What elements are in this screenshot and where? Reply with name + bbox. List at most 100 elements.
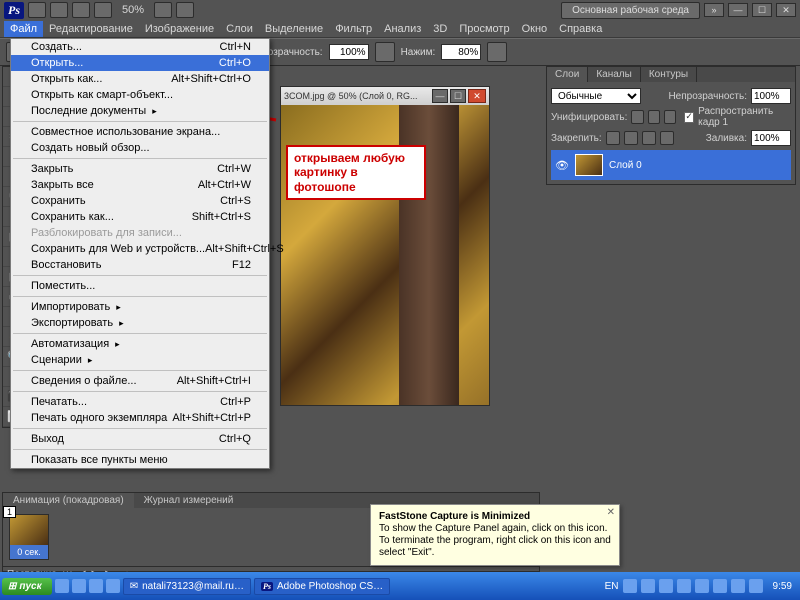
ql-icon[interactable] [89, 579, 103, 593]
menu-item[interactable]: Сведения о файле...Alt+Shift+Ctrl+I [11, 373, 269, 389]
ql-icon[interactable] [72, 579, 86, 593]
ql-icon[interactable] [106, 579, 120, 593]
lock-trans-icon[interactable] [606, 131, 620, 145]
propagate-checkbox[interactable] [684, 112, 694, 123]
frame-number: 1 [3, 506, 16, 518]
layer-thumbnail[interactable] [575, 154, 603, 176]
tray-icon[interactable] [641, 579, 655, 593]
lock-all-icon[interactable] [660, 131, 674, 145]
doc-close-button[interactable]: ✕ [468, 89, 486, 103]
menu-item[interactable]: Импортировать [11, 299, 269, 315]
airbrush-icon[interactable] [375, 42, 395, 62]
tray-icon[interactable] [659, 579, 673, 593]
menu-справка[interactable]: Справка [553, 21, 608, 37]
tablet-icon[interactable] [487, 42, 507, 62]
layer-name[interactable]: Слой 0 [609, 160, 642, 171]
tray-icon[interactable] [713, 579, 727, 593]
zoom-readout[interactable]: 50% [116, 4, 150, 16]
menu-слои[interactable]: Слои [220, 21, 259, 37]
panel-tab[interactable]: Анимация (покадровая) [3, 493, 134, 508]
maximize-button[interactable]: ☐ [752, 3, 772, 17]
menu-просмотр[interactable]: Просмотр [453, 21, 515, 37]
workspace-picker[interactable]: Основная рабочая среда [561, 2, 700, 19]
document-titlebar[interactable]: 3COM.jpg @ 50% (Слой 0, RG... — ☐ ✕ [281, 87, 489, 105]
menu-item[interactable]: ВыходCtrl+Q [11, 431, 269, 447]
layer-opacity-input[interactable] [751, 88, 791, 104]
panel-tab[interactable]: Каналы [588, 67, 641, 82]
workspace-chevron-icon[interactable]: » [704, 3, 724, 17]
menu-item[interactable]: Сохранить для Web и устройств...Alt+Shif… [11, 241, 269, 257]
taskbar-app[interactable]: ✉natali73123@mail.ru… [123, 578, 251, 595]
mb-icon[interactable] [50, 2, 68, 18]
menu-редактирование[interactable]: Редактирование [43, 21, 139, 37]
menu-item[interactable]: Открыть...Ctrl+O [11, 55, 269, 71]
menu-item[interactable]: Создать новый обзор... [11, 140, 269, 156]
menu-item[interactable]: Последние документы [11, 103, 269, 119]
menu-item[interactable]: Сохранить как...Shift+Ctrl+S [11, 209, 269, 225]
menu-item[interactable]: Открыть как смарт-объект... [11, 87, 269, 103]
taskbar-app[interactable]: PsAdobe Photoshop CS… [254, 578, 390, 595]
document-window[interactable]: 3COM.jpg @ 50% (Слой 0, RG... — ☐ ✕ откр… [280, 86, 490, 406]
menu-3d[interactable]: 3D [427, 21, 453, 37]
menu-изображение[interactable]: Изображение [139, 21, 220, 37]
panel-tab[interactable]: Журнал измерений [134, 493, 244, 508]
ql-icon[interactable] [55, 579, 69, 593]
unify-pos-icon[interactable] [631, 110, 643, 124]
arrange-icon[interactable] [94, 2, 112, 18]
tray-icon[interactable] [695, 579, 709, 593]
menu-item[interactable]: Автоматизация [11, 336, 269, 352]
layer-row[interactable]: 👁 Слой 0 [551, 150, 791, 180]
doc-max-button[interactable]: ☐ [450, 89, 466, 103]
layers-tabs: СлоиКаналыКонтуры [547, 67, 795, 82]
menu-выделение[interactable]: Выделение [259, 21, 329, 37]
opacity-input[interactable] [329, 44, 369, 60]
blend-mode-select[interactable]: Обычные [551, 88, 641, 104]
fill-input[interactable] [751, 130, 791, 146]
lang-indicator[interactable]: EN [605, 581, 619, 592]
title-bar: Ps 50% Основная рабочая среда » — ☐ ✕ [0, 0, 800, 20]
visibility-icon[interactable]: 👁 [555, 158, 569, 172]
menu-item[interactable]: СохранитьCtrl+S [11, 193, 269, 209]
fill-label: Заливка: [706, 133, 747, 144]
tray-icon[interactable] [731, 579, 745, 593]
bridge-icon[interactable] [28, 2, 46, 18]
menu-item[interactable]: Создать...Ctrl+N [11, 39, 269, 55]
menu-файл[interactable]: Файл [4, 21, 43, 37]
menu-анализ[interactable]: Анализ [378, 21, 427, 37]
document-canvas[interactable]: открываем любую картинку в фотошопе [281, 105, 489, 405]
menu-item[interactable]: Открыть как...Alt+Shift+Ctrl+O [11, 71, 269, 87]
close-button[interactable]: ✕ [776, 3, 796, 17]
tray-icon[interactable] [677, 579, 691, 593]
unify-style-icon[interactable] [664, 110, 676, 124]
hand-icon[interactable] [154, 2, 172, 18]
screen-mode-icon[interactable] [72, 2, 90, 18]
lock-pos-icon[interactable] [642, 131, 656, 145]
tray-icon[interactable] [749, 579, 763, 593]
start-button[interactable]: ⊞ пуск [2, 578, 52, 595]
tooltip-close-icon[interactable]: ✕ [607, 507, 615, 519]
menu-фильтр[interactable]: Фильтр [329, 21, 378, 37]
lock-pixels-icon[interactable] [624, 131, 638, 145]
menu-item[interactable]: Закрыть всеAlt+Ctrl+W [11, 177, 269, 193]
doc-min-button[interactable]: — [432, 89, 448, 103]
menu-item[interactable]: ВосстановитьF12 [11, 257, 269, 273]
frame-time[interactable]: 0 сек. [10, 545, 48, 559]
panel-tab[interactable]: Контуры [641, 67, 697, 82]
clock[interactable]: 9:59 [767, 581, 798, 592]
menu-окно[interactable]: Окно [516, 21, 554, 37]
flow-input[interactable] [441, 44, 481, 60]
menu-item[interactable]: Поместить... [11, 278, 269, 294]
animation-frame[interactable]: 0 сек. [9, 514, 49, 560]
menu-item[interactable]: Экспортировать [11, 315, 269, 331]
tray-icon[interactable] [623, 579, 637, 593]
menu-item[interactable]: Показать все пункты меню [11, 452, 269, 468]
menu-item[interactable]: ЗакрытьCtrl+W [11, 161, 269, 177]
menu-item[interactable]: Печать одного экземпляраAlt+Shift+Ctrl+P [11, 410, 269, 426]
menu-item[interactable]: Совместное использование экрана... [11, 124, 269, 140]
minimize-button[interactable]: — [728, 3, 748, 17]
menu-item[interactable]: Сценарии [11, 352, 269, 368]
unify-vis-icon[interactable] [648, 110, 660, 124]
extras-icon[interactable] [176, 2, 194, 18]
menu-item[interactable]: Печатать...Ctrl+P [11, 394, 269, 410]
panel-tab[interactable]: Слои [547, 67, 588, 82]
